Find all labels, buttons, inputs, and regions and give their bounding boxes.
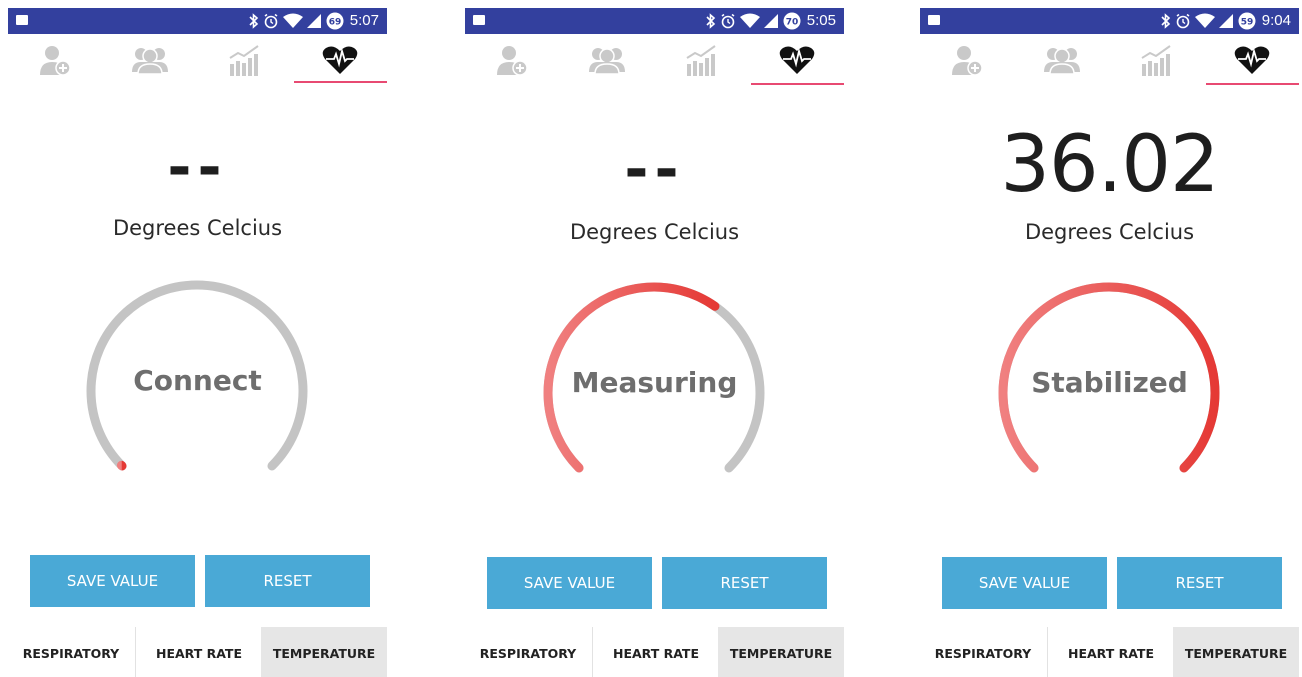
status-bar: 70 5:05	[465, 8, 844, 34]
bar-chart-icon	[1141, 45, 1171, 76]
save-value-button[interactable]: SAVE VALUE	[487, 557, 652, 609]
tab-add-user[interactable]	[465, 34, 559, 86]
temperature-unit: Degrees Celcius	[569, 220, 740, 244]
status-icons: 69	[249, 11, 345, 31]
group-icon	[132, 48, 168, 75]
gauge-status-label: Stabilized	[1031, 366, 1188, 399]
heart-pulse-icon	[779, 46, 815, 74]
bottom-tab-respiratory[interactable]: RESPIRATORY	[8, 627, 134, 677]
gauge-progress	[116, 460, 127, 471]
temperature-reading: 36.02	[1000, 120, 1219, 210]
wifi-icon	[1195, 13, 1215, 28]
phone-screen-connect: 69 5:07 -- Degrees Celcius Connect SAVE …	[8, 8, 387, 677]
tab-vitals[interactable]	[293, 34, 387, 86]
tab-statistics[interactable]	[1110, 34, 1204, 86]
bar-chart-icon	[686, 45, 716, 76]
bottom-tab-heart-rate[interactable]: HEART RATE	[1047, 627, 1174, 677]
tab-add-user[interactable]	[8, 34, 102, 86]
status-bar: 69 5:07	[8, 8, 387, 34]
save-value-button[interactable]: SAVE VALUE	[30, 555, 195, 607]
reset-button[interactable]: RESET	[205, 555, 370, 607]
tab-vitals[interactable]	[1205, 34, 1299, 86]
battery-level: 59	[1241, 18, 1254, 28]
signal-icon	[307, 14, 321, 28]
status-time: 5:07	[349, 12, 379, 29]
selected-tab-indicator	[294, 81, 387, 83]
group-icon	[589, 48, 625, 75]
tab-vitals[interactable]	[750, 34, 844, 86]
selected-tab-indicator	[751, 83, 844, 85]
top-tab-bar	[8, 34, 387, 86]
bluetooth-icon	[249, 13, 259, 29]
heart-pulse-icon	[1234, 46, 1270, 74]
bottom-tab-temperature[interactable]: TEMPERATURE	[1173, 627, 1299, 677]
add-user-icon	[497, 46, 528, 76]
bottom-tab-heart-rate[interactable]: HEART RATE	[592, 627, 719, 677]
image-notification-icon	[16, 15, 28, 25]
status-icons: 70	[706, 11, 802, 31]
bluetooth-icon	[706, 13, 716, 29]
heart-pulse-icon	[322, 46, 358, 74]
wifi-icon	[740, 13, 760, 28]
add-user-icon	[40, 46, 71, 76]
bar-chart-icon	[229, 45, 259, 76]
temperature-unit: Degrees Celcius	[112, 216, 283, 240]
tab-group[interactable]	[560, 34, 654, 86]
phone-screen-measuring: 70 5:05 -- Degrees Celcius Measuring SAV…	[465, 8, 844, 677]
tab-group[interactable]	[103, 34, 197, 86]
bottom-nav: RESPIRATORY HEART RATE TEMPERATURE	[920, 627, 1299, 677]
bottom-tab-respiratory[interactable]: RESPIRATORY	[465, 627, 591, 677]
save-value-button[interactable]: SAVE VALUE	[942, 557, 1107, 609]
status-time: 5:05	[806, 12, 836, 29]
selected-tab-indicator	[1206, 83, 1299, 85]
alarm-icon	[264, 13, 278, 29]
wifi-icon	[283, 13, 303, 28]
group-icon	[1044, 48, 1080, 75]
temperature-reading: --	[624, 135, 685, 203]
battery-level: 70	[786, 18, 799, 28]
bottom-nav: RESPIRATORY HEART RATE TEMPERATURE	[465, 627, 844, 677]
alarm-icon	[1176, 13, 1190, 29]
top-tab-bar	[920, 34, 1299, 86]
bottom-tab-temperature[interactable]: TEMPERATURE	[718, 627, 844, 677]
add-user-icon	[952, 46, 983, 76]
tab-statistics[interactable]	[198, 34, 292, 86]
reset-button[interactable]: RESET	[662, 557, 827, 609]
signal-icon	[764, 14, 778, 28]
reset-button[interactable]: RESET	[1117, 557, 1282, 609]
gauge-status-label: Connect	[133, 364, 262, 397]
status-bar: 59 9:04	[920, 8, 1299, 34]
alarm-icon	[721, 13, 735, 29]
temperature-reading: --	[167, 133, 228, 201]
temperature-unit: Degrees Celcius	[1024, 220, 1195, 244]
battery-saver-icon: 69	[326, 12, 344, 30]
signal-icon	[1219, 14, 1233, 28]
bottom-tab-respiratory[interactable]: RESPIRATORY	[920, 627, 1046, 677]
status-icons: 59	[1161, 11, 1257, 31]
bottom-tab-temperature[interactable]: TEMPERATURE	[261, 627, 387, 677]
bottom-tab-heart-rate[interactable]: HEART RATE	[135, 627, 262, 677]
gauge-status-label: Measuring	[571, 366, 738, 399]
top-tab-bar	[465, 34, 844, 86]
battery-level: 69	[329, 18, 342, 28]
image-notification-icon	[473, 15, 485, 25]
battery-saver-icon: 70	[783, 12, 801, 30]
tab-group[interactable]	[1015, 34, 1109, 86]
bluetooth-icon	[1161, 13, 1171, 29]
bottom-nav: RESPIRATORY HEART RATE TEMPERATURE	[8, 627, 387, 677]
tab-statistics[interactable]	[655, 34, 749, 86]
battery-saver-icon: 59	[1238, 12, 1256, 30]
tab-add-user[interactable]	[920, 34, 1014, 86]
status-time: 9:04	[1261, 12, 1291, 29]
image-notification-icon	[928, 15, 940, 25]
phone-screen-stabilized: 59 9:04 36.02 Degrees Celcius Stabilized…	[920, 8, 1299, 677]
